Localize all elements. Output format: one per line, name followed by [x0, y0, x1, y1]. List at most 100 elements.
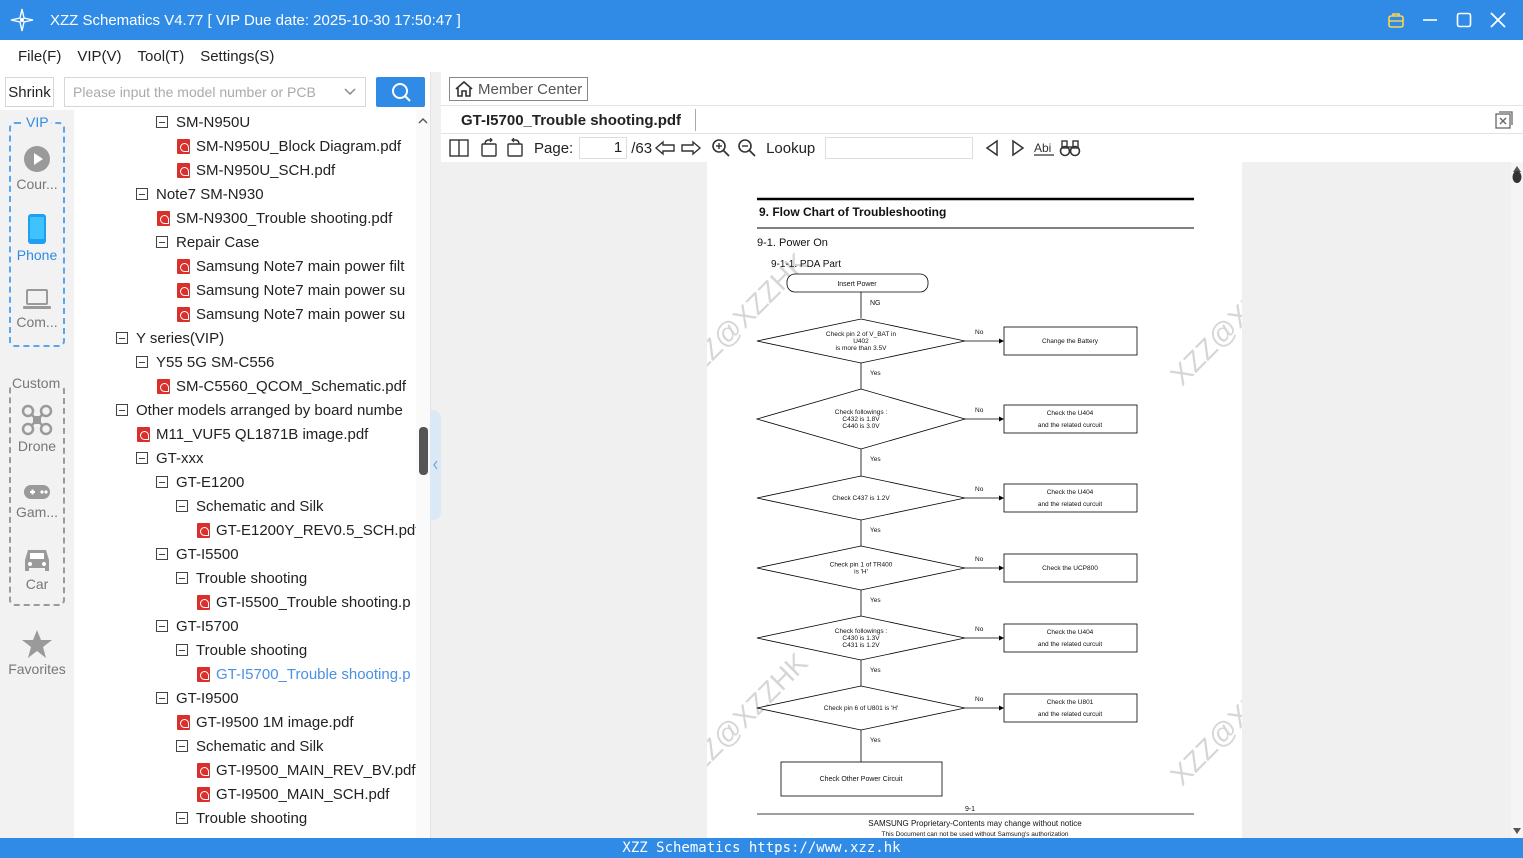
collapse-icon [116, 404, 128, 416]
model-search-input[interactable]: Please input the model number or PCB [64, 77, 366, 107]
tree-folder[interactable]: GT-I5500 [156, 542, 239, 566]
tree-file[interactable]: Samsung Note7 main power su [177, 302, 405, 326]
match-case-icon[interactable]: Abi [1031, 136, 1057, 160]
rotate-right-icon[interactable] [502, 136, 528, 160]
arrow-head [999, 565, 1004, 571]
zoom-in-icon[interactable] [708, 136, 734, 160]
menu-file[interactable]: File(F) [18, 48, 61, 65]
edge-yes: Yes [870, 667, 881, 674]
tree-folder[interactable]: SM-N950U [156, 110, 250, 134]
arrow-right-icon[interactable] [678, 136, 704, 160]
svg-text:Abi: Abi [1034, 141, 1051, 155]
tree-file[interactable]: GT-I9500 1M image.pdf [177, 710, 354, 734]
pdf-icon [177, 282, 190, 298]
rail-item-car[interactable]: Car [0, 546, 74, 592]
edge-no: No [975, 407, 984, 414]
find-previous-icon[interactable] [979, 136, 1005, 160]
scroll-up-icon[interactable] [416, 114, 430, 128]
tree-file[interactable]: GT-I5500_Trouble shooting.p [197, 590, 411, 614]
tree-folder[interactable]: Y series(VIP) [116, 326, 224, 350]
tree-folder[interactable]: GT-E1200 [156, 470, 244, 494]
action-text: and the related curcuit [1038, 501, 1103, 508]
collapse-icon [136, 356, 148, 368]
decision-text: Check pin 1 of TR400 [830, 562, 893, 569]
tree-file[interactable]: GT-I9500_MAIN_SCH.pdf [197, 782, 389, 806]
minimize-button[interactable] [1419, 9, 1441, 31]
shrink-button[interactable]: Shrink [5, 77, 54, 107]
menu-bar: File(F) VIP(V) Tool(T) Settings(S) [0, 40, 1523, 72]
close-tabs-icon[interactable] [1495, 111, 1513, 134]
pdf-view[interactable]: XZZ@XZZHK XZZ@XZZHK XZZ@XZZHK XZZ@XZZHK … [441, 162, 1511, 838]
member-center-button[interactable]: Member Center [449, 77, 588, 101]
tree-file[interactable]: SM-N950U_SCH.pdf [177, 158, 335, 182]
tree-file[interactable]: SM-N950U_Block Diagram.pdf [177, 134, 401, 158]
close-button[interactable] [1487, 9, 1509, 31]
edge-yes: Yes [870, 527, 881, 534]
scroll-thumb[interactable] [1511, 170, 1523, 184]
vip-bag-icon[interactable] [1385, 9, 1407, 31]
sidebar-toggle-icon[interactable] [446, 136, 472, 160]
rotate-left-icon[interactable] [476, 136, 502, 160]
chevron-down-icon[interactable] [343, 84, 357, 101]
action-text: and the related curcuit [1038, 422, 1103, 429]
lookup-input[interactable] [825, 137, 974, 159]
tree-file[interactable]: M11_VUF5 QL1871B image.pdf [137, 422, 368, 446]
tree-scroll-thumb[interactable] [419, 427, 428, 475]
tree-folder[interactable]: GT-I5700 [156, 614, 239, 638]
action-text: Check the U404 [1047, 629, 1094, 636]
tree-folder[interactable]: GT-xxx [136, 446, 204, 470]
rail-item-computer[interactable]: Com... [0, 288, 74, 330]
arrow-head [999, 635, 1004, 641]
tree-file[interactable]: GT-I9500_MAIN_REV_BV.pdf [197, 758, 416, 782]
edge-no: No [975, 696, 984, 703]
decision-text: U402 [853, 338, 869, 345]
arrow-left-icon[interactable] [652, 136, 678, 160]
tree-file[interactable]: Samsung Note7 main power su [177, 278, 405, 302]
pdf-icon [197, 762, 210, 778]
tree-file[interactable]: SM-C5560_QCOM_Schematic.pdf [157, 374, 406, 398]
rail-item-game[interactable]: Gam... [0, 482, 74, 520]
rail-item-phone[interactable]: Phone [0, 213, 74, 263]
collapse-icon [156, 548, 168, 560]
tree-folder[interactable]: Trouble shooting [176, 638, 307, 662]
flow-chart: XZZ@XZZHK XZZ@XZZHK XZZ@XZZHK XZZ@XZZHK … [669, 197, 1309, 838]
tab-document[interactable]: GT-I5700_Trouble shooting.pdf [461, 112, 681, 129]
rail-item-drone[interactable]: Drone [0, 404, 74, 454]
menu-vip[interactable]: VIP(V) [77, 48, 121, 65]
document-tabs: GT-I5700_Trouble shooting.pdf [441, 105, 1523, 134]
pdf-section: 9-1. Power On [757, 237, 828, 249]
tree-file[interactable]: SM-N9300_Trouble shooting.pdf [157, 206, 392, 230]
watermark-text: XZZ@XZZHK [1164, 247, 1242, 392]
pdf-scrollbar[interactable] [1511, 162, 1523, 838]
search-button[interactable] [376, 77, 425, 107]
tree-folder[interactable]: GT-I9500 [156, 686, 239, 710]
tree-file-selected[interactable]: GT-I5700_Trouble shooting.p [197, 662, 411, 686]
scroll-down-icon[interactable] [1511, 826, 1523, 836]
rail-item-course[interactable]: Cour... [0, 144, 74, 192]
tree-folder[interactable]: Schematic and Silk [176, 494, 324, 518]
tree-file[interactable]: Samsung Note7 main power filt [177, 254, 404, 278]
binoculars-icon[interactable] [1057, 136, 1083, 160]
tree-folder[interactable]: Other models arranged by board numbe [116, 398, 403, 422]
maximize-button[interactable] [1453, 9, 1475, 31]
zoom-out-icon[interactable] [734, 136, 760, 160]
tree-folder[interactable]: Y55 5G SM-C556 [136, 350, 274, 374]
tree-folder[interactable]: Repair Case [156, 230, 259, 254]
tree-folder[interactable]: Schematic and Silk [176, 734, 324, 758]
action-text: and the related curcuit [1038, 711, 1103, 718]
phone-icon [28, 214, 46, 244]
collapse-icon [156, 692, 168, 704]
arrow-head [999, 338, 1004, 344]
tree-folder[interactable]: Trouble shooting [176, 566, 307, 590]
find-next-icon[interactable] [1005, 136, 1031, 160]
menu-settings[interactable]: Settings(S) [200, 48, 274, 65]
tree-folder[interactable]: Trouble shooting [176, 806, 307, 830]
rail-item-favorites[interactable]: Favorites [0, 629, 74, 677]
page-number-input[interactable]: 1 [579, 137, 628, 159]
page-number: 9-1 [965, 806, 975, 813]
menu-tool[interactable]: Tool(T) [138, 48, 185, 65]
action-text: Check the U404 [1047, 410, 1094, 417]
collapse-panel-handle[interactable] [430, 410, 441, 520]
tree-folder[interactable]: Note7 SM-N930 [136, 182, 264, 206]
tree-file[interactable]: GT-E1200Y_REV0.5_SCH.pdf [197, 518, 416, 542]
